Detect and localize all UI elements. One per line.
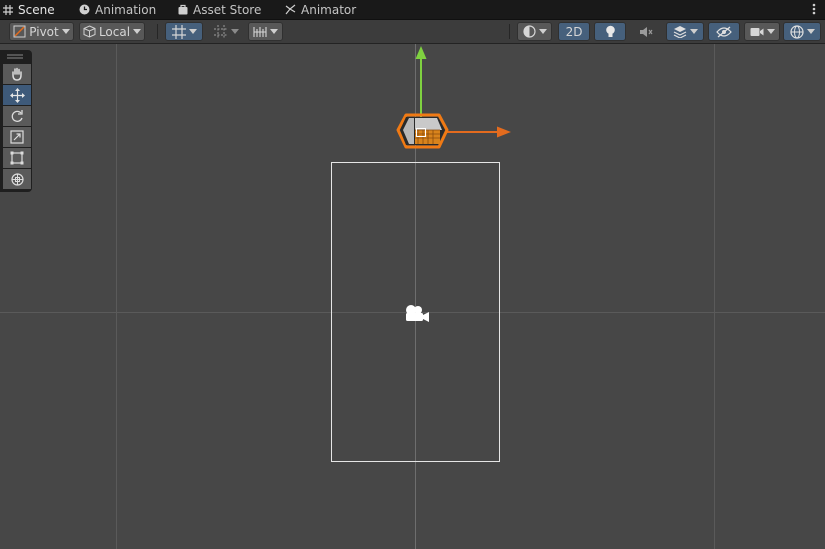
transform-tool-button[interactable]	[3, 169, 31, 189]
local-label: Local	[98, 24, 131, 39]
transform-icon	[10, 172, 24, 186]
gizmo-globe-icon	[789, 24, 804, 39]
scale-icon	[10, 130, 24, 144]
divider	[157, 24, 158, 39]
audio-mute-icon	[640, 26, 653, 37]
rect-tool-button[interactable]	[3, 148, 31, 168]
move-icon	[9, 87, 25, 103]
hand-tool-button[interactable]	[3, 64, 31, 84]
lighting-toggle[interactable]	[594, 22, 626, 41]
eye-slash-icon	[716, 26, 732, 37]
clock-icon	[79, 4, 90, 15]
grid-snap-icon	[171, 24, 186, 39]
chevron-down-icon	[689, 29, 698, 34]
audio-toggle[interactable]	[630, 22, 662, 41]
animator-icon	[285, 4, 296, 15]
chevron-down-icon	[806, 29, 815, 34]
chevron-down-icon	[766, 29, 775, 34]
pivot-icon	[13, 25, 26, 38]
tab-animator[interactable]: Animator	[285, 0, 356, 19]
chevron-down-icon	[61, 29, 70, 34]
tab-animation[interactable]: Animation	[79, 0, 156, 19]
grid-icon	[3, 4, 13, 15]
camera-dropdown[interactable]	[744, 22, 780, 41]
draw-mode-dropdown[interactable]	[517, 22, 552, 41]
scene-visibility-toggle[interactable]	[708, 22, 740, 41]
lightbulb-icon	[605, 25, 615, 37]
effects-dropdown[interactable]	[666, 22, 704, 41]
pivot-label: Pivot	[29, 24, 59, 39]
tab-bar: Scene Animation Asset Store Animator	[0, 0, 825, 20]
camera-icon	[750, 27, 763, 36]
cube-icon	[83, 25, 96, 38]
scene-viewport[interactable]	[0, 44, 825, 549]
tab-label: Asset Store	[193, 2, 262, 17]
more-options-icon[interactable]	[812, 3, 816, 15]
selected-sprite-object[interactable]	[396, 113, 449, 149]
chevron-down-icon	[133, 29, 142, 34]
grid-visibility-toggle[interactable]	[207, 22, 245, 41]
increment-snap-dropdown[interactable]	[248, 22, 283, 41]
gizmos-dropdown[interactable]	[783, 22, 821, 41]
bag-icon	[178, 4, 188, 15]
tab-label: Animator	[301, 2, 357, 17]
shading-sphere-icon	[522, 25, 536, 38]
tab-scene[interactable]: Scene	[3, 0, 55, 19]
layers-icon	[673, 26, 686, 38]
chevron-down-icon	[538, 29, 547, 34]
drag-handle-icon[interactable]	[7, 54, 23, 60]
hand-icon	[12, 67, 22, 81]
tab-asset-store[interactable]: Asset Store	[178, 0, 261, 19]
chevron-down-icon	[188, 29, 197, 34]
move-tool-button[interactable]	[3, 85, 31, 105]
mode-2d-toggle[interactable]: 2D	[558, 22, 590, 41]
mode-2d-label: 2D	[565, 24, 583, 39]
camera-gizmo-icon[interactable]	[406, 305, 429, 322]
grid-dotted-icon	[213, 24, 228, 39]
scale-tool-button[interactable]	[3, 127, 31, 147]
chevron-down-icon	[270, 29, 278, 34]
grid-snap-toggle[interactable]	[165, 22, 203, 41]
ruler-icon	[253, 26, 267, 37]
rotate-icon	[11, 110, 23, 122]
divider	[509, 24, 510, 39]
rect-tool-icon	[10, 151, 24, 165]
rotate-tool-button[interactable]	[3, 106, 31, 126]
tools-overlay	[0, 50, 32, 192]
tab-label: Scene	[18, 2, 55, 17]
local-dropdown[interactable]: Local	[79, 22, 145, 41]
chevron-down-icon	[230, 29, 239, 34]
pivot-dropdown[interactable]: Pivot	[9, 22, 74, 41]
move-handle-x[interactable]	[445, 126, 511, 138]
scene-toolbar: Pivot Local 2D	[0, 20, 825, 44]
tab-label: Animation	[95, 2, 157, 17]
